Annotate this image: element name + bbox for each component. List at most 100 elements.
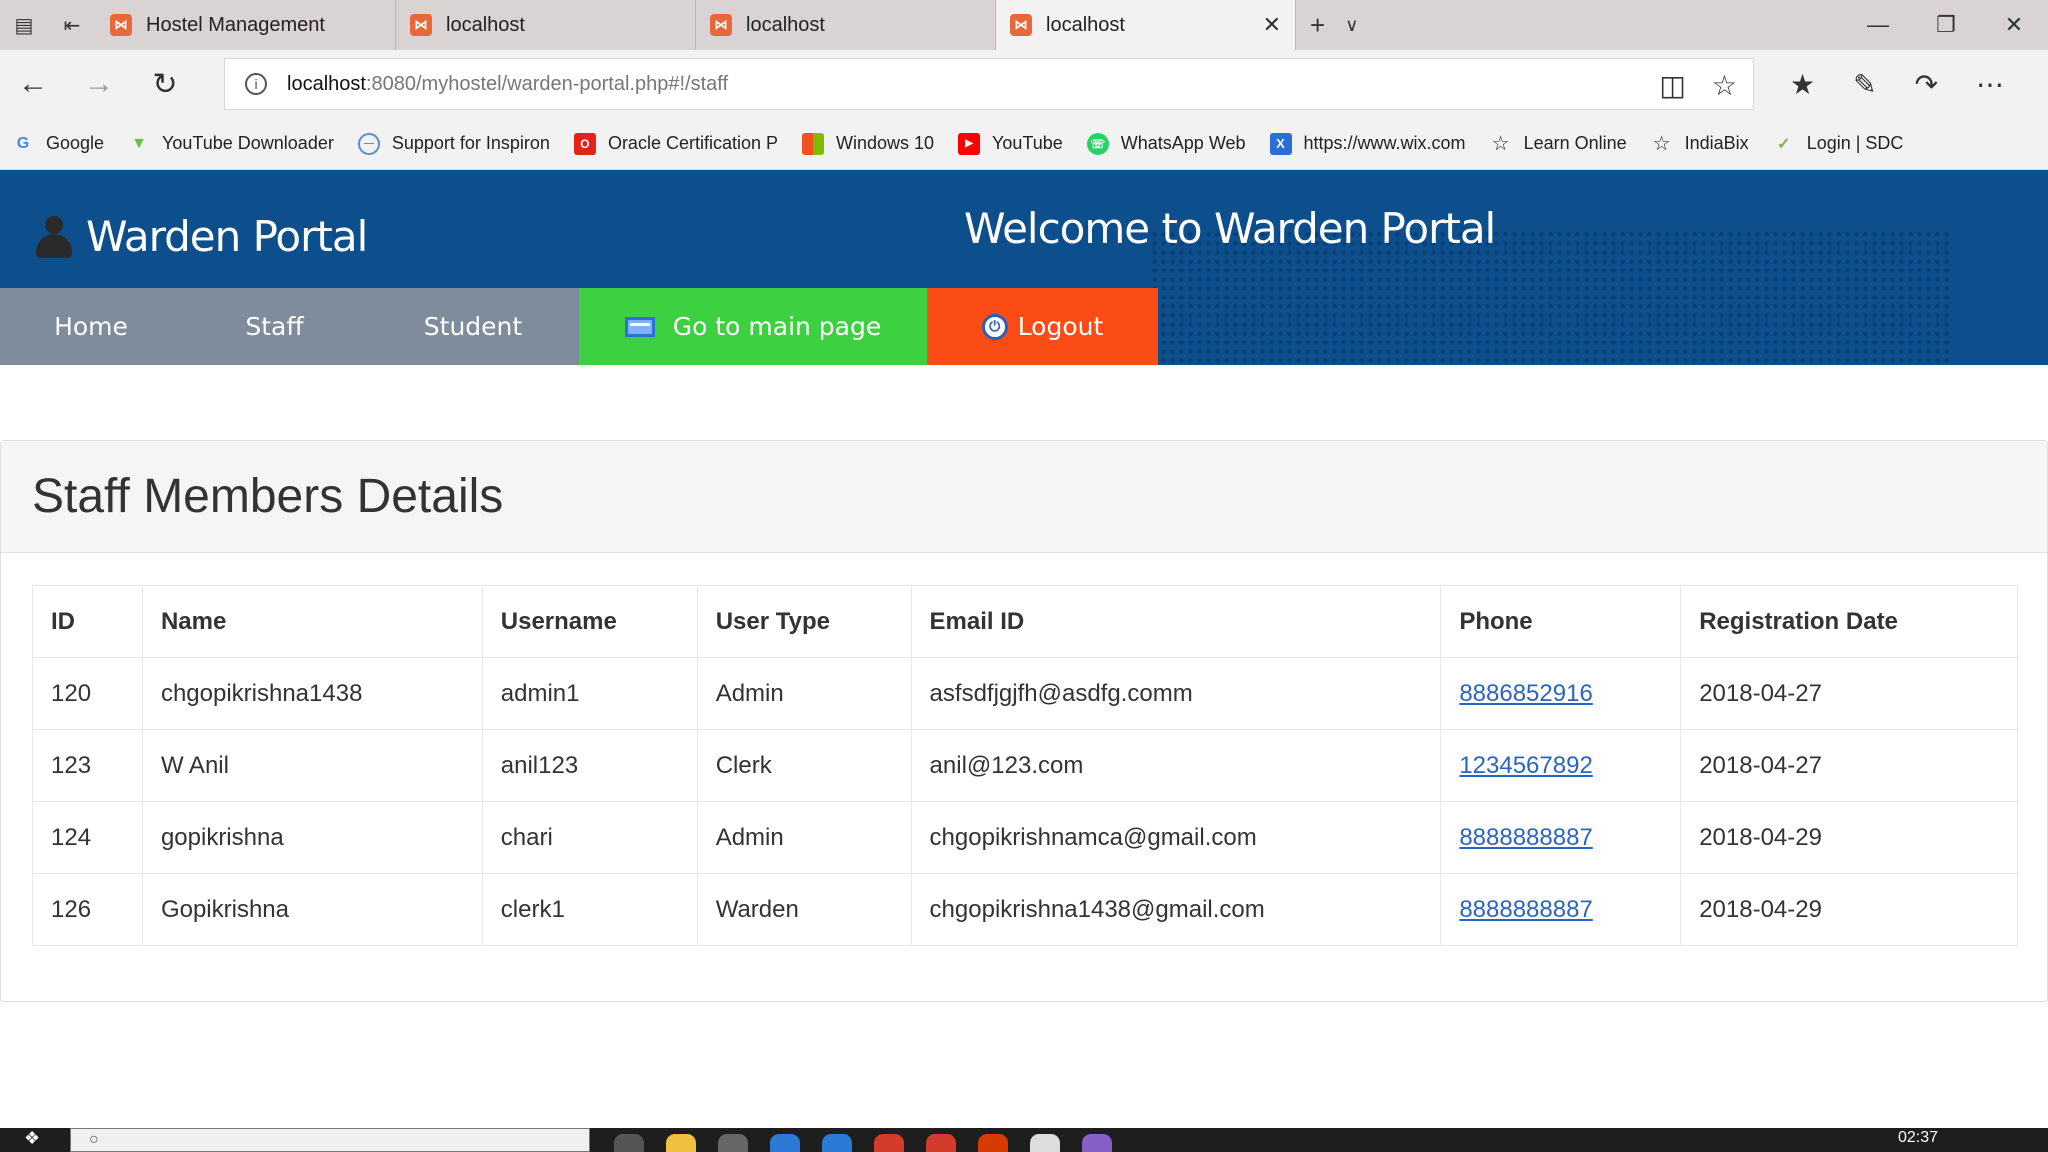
cell-email: chgopikrishna1438@gmail.com (910, 873, 1442, 946)
menu-item-staff[interactable]: Staff (182, 288, 367, 365)
tab-title: localhost (746, 13, 825, 36)
window-icon (624, 316, 655, 337)
xampp-favicon-icon: ⋈ (410, 14, 432, 36)
table-row: 124 gopikrishna chari Admin chgopikrishn… (32, 801, 2018, 874)
logout-button[interactable]: ⏻ Logout (927, 288, 1158, 365)
windows-icon (802, 132, 824, 155)
favorite-indiabix[interactable]: ☆ IndiaBix (1651, 133, 1749, 155)
column-header-registration-date: Registration Date (1680, 585, 2018, 658)
favorite-label: WhatsApp Web (1120, 133, 1246, 153)
table-header-row: ID Name Username User Type Email ID Phon… (32, 585, 2018, 658)
column-header-email: Email ID (910, 585, 1442, 658)
wix-icon: X (1269, 132, 1292, 155)
reading-view-icon[interactable]: ◫ (1659, 69, 1685, 102)
favorite-star-icon[interactable]: ☆ (1712, 69, 1737, 102)
forward-icon[interactable]: → (66, 67, 132, 101)
favorite-login-sdc[interactable]: ✓ Login | SDC (1773, 133, 1904, 155)
chrome-icon[interactable] (926, 1134, 956, 1152)
store-icon[interactable] (718, 1134, 748, 1152)
new-tab-icon[interactable]: + (1310, 10, 1325, 41)
cell-registration-date: 2018-04-27 (1680, 729, 2018, 802)
windows-start-icon[interactable]: ❖ (0, 1128, 70, 1152)
staff-details-panel: Staff Members Details ID Name Username U… (0, 440, 2048, 1002)
refresh-icon[interactable]: ↻ (132, 67, 198, 102)
welcome-heading: Welcome to Warden Portal (964, 204, 1496, 253)
browser-tab-2[interactable]: ⋈ localhost (696, 0, 996, 50)
set-tabs-aside-icon[interactable]: ⇤ (48, 0, 96, 50)
favorite-youtube[interactable]: ▶ YouTube (958, 132, 1063, 155)
favorite-windows-10[interactable]: Windows 10 (802, 132, 934, 155)
favorite-youtube-downloader[interactable]: ▼ YouTube Downloader (128, 133, 334, 155)
taskbar-clock[interactable]: 02:37 (1898, 1128, 1938, 1147)
table-row: 123 W Anil anil123 Clerk anil@123.com 12… (32, 729, 2018, 802)
cell-id: 123 (32, 729, 143, 802)
download-icon: ▼ (131, 134, 147, 152)
chrome-icon[interactable] (874, 1134, 904, 1152)
cell-id: 120 (32, 657, 143, 730)
browser-tab-strip: ▤ ⇤ ⋈ Hostel Management ⋈ localhost ⋈ lo… (0, 0, 2048, 50)
tab-title: localhost (1046, 13, 1125, 36)
browser-tab-3-active[interactable]: ⋈ localhost ✕ (996, 0, 1296, 50)
window-app-icon[interactable] (1030, 1134, 1060, 1152)
oracle-icon: O (573, 132, 596, 155)
more-menu-icon[interactable]: ⋯ (1976, 68, 2004, 101)
star-icon: ☆ (1491, 133, 1510, 155)
visual-studio-icon[interactable] (1082, 1134, 1112, 1152)
column-header-username: Username (481, 585, 698, 658)
xampp-favicon-icon: ⋈ (1010, 14, 1032, 36)
favorite-oracle[interactable]: O Oracle Certification P (573, 132, 778, 155)
phone-link[interactable]: 8888888887 (1459, 896, 1592, 923)
browser-tab-0[interactable]: ⋈ Hostel Management (96, 0, 396, 50)
xampp-favicon-icon: ⋈ (710, 14, 732, 36)
chevron-down-icon[interactable]: ∨ (1345, 15, 1358, 36)
favorite-wix[interactable]: Xhttps://www.wix.com (1269, 132, 1466, 155)
taskbar-search-box[interactable]: ○ (70, 1128, 590, 1152)
portal-brand[interactable]: Warden Portal (34, 212, 368, 261)
favorite-learn-online[interactable]: ☆ Learn Online (1490, 133, 1627, 155)
menu-item-home[interactable]: Home (0, 288, 182, 365)
favorite-label: Login | SDC (1806, 133, 1904, 153)
close-tab-icon[interactable]: ✕ (1263, 12, 1281, 38)
taskbar-apps (614, 1128, 1112, 1152)
menu-label: Go to main page (672, 312, 882, 341)
favorite-label: https://www.wix.com (1303, 133, 1466, 153)
search-icon: ○ (89, 1131, 99, 1148)
tab-title: localhost (446, 13, 525, 36)
menu-label: Staff (245, 312, 304, 341)
restore-icon[interactable]: ❐ (1912, 0, 1980, 50)
address-bar[interactable]: i localhost:8080/myhostel/warden-portal.… (224, 58, 1754, 110)
favorite-google[interactable]: G Google (12, 133, 104, 155)
favorite-whatsapp[interactable]: ☏ WhatsApp Web (1086, 132, 1246, 155)
go-to-main-page-button[interactable]: Go to main page (579, 288, 927, 365)
cell-username: chari (481, 801, 698, 874)
url-path: :8080/myhostel/warden-portal.php#!/staff (365, 72, 729, 95)
browser-tab-1[interactable]: ⋈ localhost (396, 0, 696, 50)
column-header-id: ID (32, 585, 143, 658)
minimize-icon[interactable]: — (1844, 0, 1912, 50)
staff-table-wrapper: ID Name Username User Type Email ID Phon… (32, 585, 2018, 946)
tab-preview-icon[interactable]: ▤ (0, 0, 48, 50)
menu-item-student[interactable]: Student (367, 288, 579, 365)
favorites-hub-icon[interactable]: ★ (1790, 68, 1815, 101)
phone-link[interactable]: 8888888887 (1459, 824, 1592, 851)
phone-link[interactable]: 8886852916 (1459, 680, 1592, 707)
share-icon[interactable]: ↷ (1915, 68, 1938, 101)
back-icon[interactable]: ← (0, 67, 66, 101)
favorites-bar: G Google ▼ YouTube Downloader — Support for… (0, 118, 2048, 170)
favorite-label: Oracle Certification P (607, 133, 778, 153)
edge-browser-icon[interactable] (822, 1134, 852, 1152)
favorite-label: Google (46, 133, 105, 153)
cell-user-type: Clerk (696, 729, 912, 802)
cell-registration-date: 2018-04-29 (1680, 873, 2018, 946)
cell-email: chgopikrishnamca@gmail.com (910, 801, 1442, 874)
office-icon[interactable] (978, 1134, 1008, 1152)
close-window-icon[interactable]: ✕ (1980, 0, 2048, 50)
web-note-pen-icon[interactable]: ✎ (1853, 68, 1876, 101)
site-info-icon[interactable]: i (245, 73, 267, 95)
task-view-icon[interactable] (614, 1134, 644, 1152)
file-explorer-icon[interactable] (666, 1134, 696, 1152)
phone-link[interactable]: 1234567892 (1459, 752, 1592, 779)
favorite-support-inspiron[interactable]: — Support for Inspiron (357, 132, 550, 155)
cell-email: anil@123.com (910, 729, 1442, 802)
edge-browser-icon[interactable] (770, 1134, 800, 1152)
